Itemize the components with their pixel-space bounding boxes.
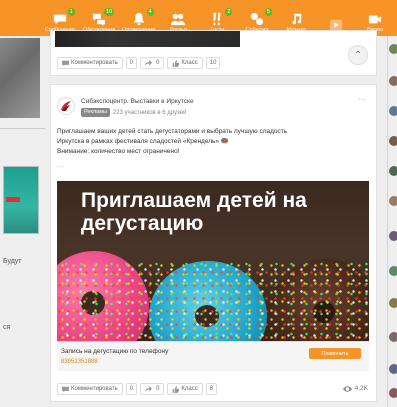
share-button[interactable]: 0 <box>140 57 165 69</box>
right-column <box>382 36 397 407</box>
video-icon <box>367 11 383 27</box>
post-header: Сибэкспоцентр. Выставки в Иркутске Рекла… <box>57 97 194 117</box>
comment-icon <box>62 386 69 392</box>
avatar[interactable] <box>389 106 397 116</box>
left-column: Будут ся <box>0 36 45 407</box>
comment-icon <box>62 60 69 66</box>
banner-tag <box>6 197 20 202</box>
views-counter: 4.2K <box>342 385 368 392</box>
share-icon <box>145 59 153 66</box>
post-expand[interactable]: ... <box>57 162 66 169</box>
avatar[interactable] <box>389 136 397 146</box>
comment-count: 0 <box>125 383 138 395</box>
chevron-up-icon: ⌃ <box>353 49 363 61</box>
group-info: Сибэкспоцентр. Выставки в Иркутске Рекла… <box>81 97 194 117</box>
avatar[interactable] <box>389 266 397 276</box>
like-icon <box>173 385 180 393</box>
group-meta: Рекламы 223 участников в 6 друзей <box>81 108 194 117</box>
like-label: Класс <box>181 60 198 66</box>
avatar[interactable] <box>389 364 397 374</box>
avatar[interactable] <box>389 388 397 398</box>
left-photo[interactable] <box>0 38 40 118</box>
feed-card-previous: ⌃ Комментировать 0 0 Класс 10 <box>50 30 377 76</box>
left-banner[interactable] <box>3 166 39 234</box>
promo-footer: Запись на дегустацию по телефону 8395235… <box>57 341 369 371</box>
members-count[interactable]: 223 участников в 6 друзей <box>113 110 186 116</box>
eye-icon <box>342 385 352 392</box>
share-count: 0 <box>156 60 160 66</box>
nav-badge: 10 <box>104 8 115 16</box>
comment-button[interactable]: Комментировать <box>57 57 123 69</box>
post-text-line: Иркутска в рамках фестиваля сладостей «К… <box>57 138 229 145</box>
promo-caption: Запись на дегустацию по телефону <box>61 348 169 355</box>
group-logo-icon[interactable] <box>57 97 75 115</box>
divider <box>387 36 388 407</box>
avatar[interactable] <box>389 196 397 206</box>
share-count: 0 <box>156 386 160 392</box>
avatar[interactable] <box>389 76 397 86</box>
share-icon <box>145 385 153 392</box>
feed-card-post: Сибэкспоцентр. Выставки в Иркутске Рекла… <box>50 84 377 402</box>
action-bar: Комментировать 0 0 Класс 8 <box>57 383 218 395</box>
music-icon <box>288 11 304 27</box>
nav-badge: 5 <box>264 8 272 16</box>
like-count: 8 <box>205 383 218 395</box>
promo-phone[interactable]: 83952351888 <box>61 359 98 365</box>
comment-label: Комментировать <box>71 386 118 392</box>
bell-icon <box>131 11 147 27</box>
nav-badge: 4 <box>146 8 154 16</box>
left-text: Будут <box>3 258 22 265</box>
comment-button[interactable]: Комментировать <box>57 383 123 395</box>
avatar[interactable] <box>389 298 397 308</box>
like-count: 10 <box>205 57 221 69</box>
post-text: Приглашаем ваших детей стать дегустатора… <box>57 127 357 157</box>
friends-icon <box>170 11 186 27</box>
promo-title: Приглашаем детей на дегустацию <box>81 189 307 235</box>
avatar[interactable] <box>389 231 397 241</box>
avatar[interactable] <box>389 166 397 176</box>
group-name[interactable]: Сибэкспоцентр. Выставки в Иркутске <box>81 98 194 105</box>
post-image[interactable] <box>55 31 240 47</box>
avatar[interactable] <box>389 332 397 342</box>
avatar[interactable] <box>389 44 397 54</box>
like-button[interactable]: Класс <box>167 57 203 69</box>
action-bar: Комментировать 0 0 Класс 10 <box>57 57 221 69</box>
guests-icon <box>209 11 225 27</box>
like-label: Класс <box>181 386 198 392</box>
more-options-icon[interactable]: ⋯ <box>358 95 368 105</box>
comment-label: Комментировать <box>71 60 118 66</box>
messages-icon <box>52 11 68 27</box>
post-text-line: Внимание: количество мест ограничено! <box>57 148 180 155</box>
post-text-line: Приглашаем ваших детей стать дегустатора… <box>57 128 288 135</box>
promo-image[interactable]: Приглашаем детей на дегустацию <box>57 181 369 363</box>
left-text: ся <box>3 324 11 331</box>
like-icon <box>173 59 180 67</box>
views-count: 4.2K <box>354 385 368 392</box>
nav-badge: 2 <box>225 8 233 16</box>
comment-count: 0 <box>125 57 138 69</box>
like-button[interactable]: Класс <box>167 383 203 395</box>
ad-badge: Рекламы <box>81 108 110 117</box>
events-icon <box>249 11 265 27</box>
nav-badge: 1 <box>67 8 75 16</box>
scroll-up-button[interactable]: ⌃ <box>348 45 368 65</box>
share-button[interactable]: 0 <box>140 383 165 395</box>
divider <box>0 128 45 129</box>
call-button[interactable]: Позвонить <box>309 348 361 359</box>
